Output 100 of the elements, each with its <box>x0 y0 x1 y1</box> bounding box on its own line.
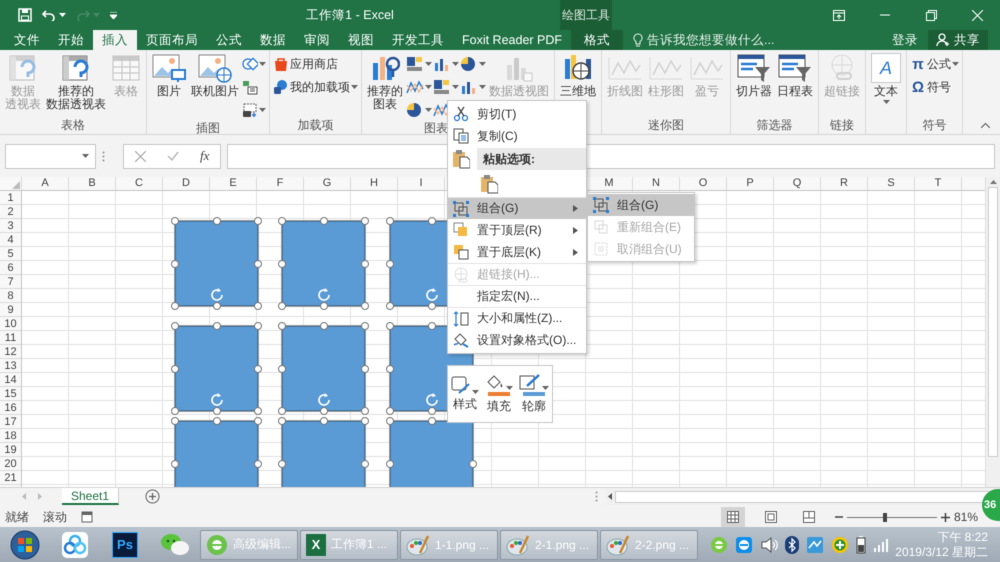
resize-handle[interactable] <box>428 302 436 310</box>
menu-item[interactable]: 剪切(T) <box>448 103 586 125</box>
resize-handle[interactable] <box>254 217 262 225</box>
ribbon-tab[interactable]: 数据 <box>251 30 295 50</box>
ribbon-button[interactable]: 应用商店 <box>273 54 358 74</box>
ribbon-button[interactable]: 联机图片 <box>189 53 241 98</box>
resize-handle[interactable] <box>254 364 262 372</box>
row-header[interactable]: 6 <box>0 261 21 275</box>
ribbon-button[interactable]: π 公式 <box>910 54 959 74</box>
resize-handle[interactable] <box>361 302 369 310</box>
row-header[interactable]: 3 <box>0 219 21 233</box>
resize-handle[interactable] <box>171 322 179 330</box>
ribbon-button[interactable]: 推荐的 数据透视表 <box>44 53 108 111</box>
menu-item[interactable]: 复制(C) <box>448 125 586 147</box>
resize-handle[interactable] <box>320 302 328 310</box>
row-header[interactable]: 5 <box>0 247 21 261</box>
ribbon-button[interactable]: 切片器 <box>734 53 774 98</box>
ribbon-icon-button[interactable] <box>433 77 459 97</box>
zoom-thumb[interactable] <box>882 512 887 522</box>
ribbon-tab[interactable]: 开始 <box>49 30 93 50</box>
resize-handle[interactable] <box>212 217 220 225</box>
ribbon-tab[interactable]: 视图 <box>339 30 383 50</box>
tell-me-field[interactable]: 告诉我您想要做什么... <box>647 32 774 48</box>
resize-handle[interactable] <box>278 460 286 468</box>
row-header[interactable]: 19 <box>0 443 21 457</box>
column-header[interactable]: H <box>351 177 398 190</box>
ribbon-tab[interactable]: 开发工具 <box>383 30 453 50</box>
resize-handle[interactable] <box>361 217 369 225</box>
row-header[interactable]: 16 <box>0 401 21 415</box>
resize-handle[interactable] <box>361 460 369 468</box>
paste-option-button[interactable] <box>480 174 498 194</box>
column-header[interactable]: B <box>69 177 116 190</box>
resize-handle[interactable] <box>386 322 394 330</box>
ribbon-button[interactable]: 推荐的 图表 <box>365 53 405 111</box>
resize-handle[interactable] <box>278 322 286 330</box>
pinned-app[interactable]: Ps <box>100 527 150 562</box>
column-header[interactable]: C <box>116 177 163 190</box>
resize-handle[interactable] <box>212 322 220 330</box>
ribbon-button[interactable]: 图片 <box>150 53 188 98</box>
resize-handle[interactable] <box>428 322 436 330</box>
zoom-level[interactable]: 81% <box>954 510 978 524</box>
resize-handle[interactable] <box>254 460 262 468</box>
resize-handle[interactable] <box>171 364 179 372</box>
menu-item[interactable]: 大小和属性(Z)... <box>448 307 586 329</box>
resize-handle[interactable] <box>386 364 394 372</box>
row-header[interactable]: 12 <box>0 345 21 359</box>
ribbon-icon-button[interactable] <box>406 100 432 120</box>
row-header[interactable]: 8 <box>0 289 21 303</box>
column-header[interactable]: I <box>398 177 445 190</box>
share-button[interactable]: 共享 <box>928 30 988 50</box>
ribbon-icon-button[interactable] <box>406 54 432 74</box>
save-button[interactable] <box>18 8 32 22</box>
ribbon-tab[interactable]: 文件 <box>5 30 49 50</box>
menu-item[interactable]: 指定宏(N)... <box>448 285 586 307</box>
ribbon-tab[interactable]: 页面布局 <box>137 30 207 50</box>
resize-handle[interactable] <box>386 460 394 468</box>
ribbon-button[interactable]: Ω 符号 <box>910 77 959 97</box>
view-button[interactable] <box>720 507 745 527</box>
resize-handle[interactable] <box>361 260 369 268</box>
ribbon-button[interactable]: 日程表 <box>775 53 815 98</box>
row-header[interactable]: 7 <box>0 275 21 289</box>
resize-handle[interactable] <box>254 260 262 268</box>
resize-handle[interactable] <box>361 322 369 330</box>
column-header[interactable]: T <box>915 177 962 190</box>
zoom-slider[interactable] <box>846 512 937 522</box>
resize-handle[interactable] <box>386 217 394 225</box>
column-header[interactable]: D <box>163 177 210 190</box>
menu-item[interactable]: 置于顶层(R) <box>448 219 586 241</box>
resize-handle[interactable] <box>254 302 262 310</box>
resize-handle[interactable] <box>171 460 179 468</box>
resize-handle[interactable] <box>171 260 179 268</box>
row-header[interactable]: 21 <box>0 471 21 485</box>
taskbar-button[interactable]: X 工作簿1 ... <box>300 530 398 560</box>
ribbon-icon-button[interactable] <box>460 54 486 74</box>
menu-item[interactable]: 设置对象格式(O)... <box>448 329 586 351</box>
resize-handle[interactable] <box>278 364 286 372</box>
row-header[interactable]: 20 <box>0 457 21 471</box>
resize-handle[interactable] <box>212 302 220 310</box>
mini-toolbar-button[interactable]: 填充 <box>485 374 513 414</box>
row-header[interactable]: 14 <box>0 373 21 387</box>
column-header[interactable]: Q <box>774 177 821 190</box>
insert-function-button[interactable]: fx <box>200 148 210 164</box>
resize-handle[interactable] <box>320 217 328 225</box>
column-header[interactable]: E <box>210 177 257 190</box>
scroll-thumb[interactable] <box>988 187 998 457</box>
mini-toolbar-button[interactable]: 轮廓 <box>519 374 549 414</box>
sign-in-link[interactable]: 登录 <box>882 30 928 50</box>
row-header[interactable]: 1 <box>0 191 21 205</box>
column-header[interactable]: A <box>22 177 69 190</box>
row-header[interactable]: 10 <box>0 317 21 331</box>
resize-handle[interactable] <box>469 460 477 468</box>
column-header[interactable]: G <box>304 177 351 190</box>
undo-button[interactable] <box>42 9 66 21</box>
ribbon-tab[interactable]: 格式 <box>571 30 624 50</box>
resize-handle[interactable] <box>428 217 436 225</box>
sheet-tab[interactable]: Sheet1 <box>62 488 119 505</box>
row-header[interactable]: 18 <box>0 429 21 443</box>
ribbon-tab[interactable]: 公式 <box>207 30 251 50</box>
ribbon-button[interactable]: 三维地 <box>558 53 598 98</box>
column-header[interactable]: N <box>633 177 680 190</box>
